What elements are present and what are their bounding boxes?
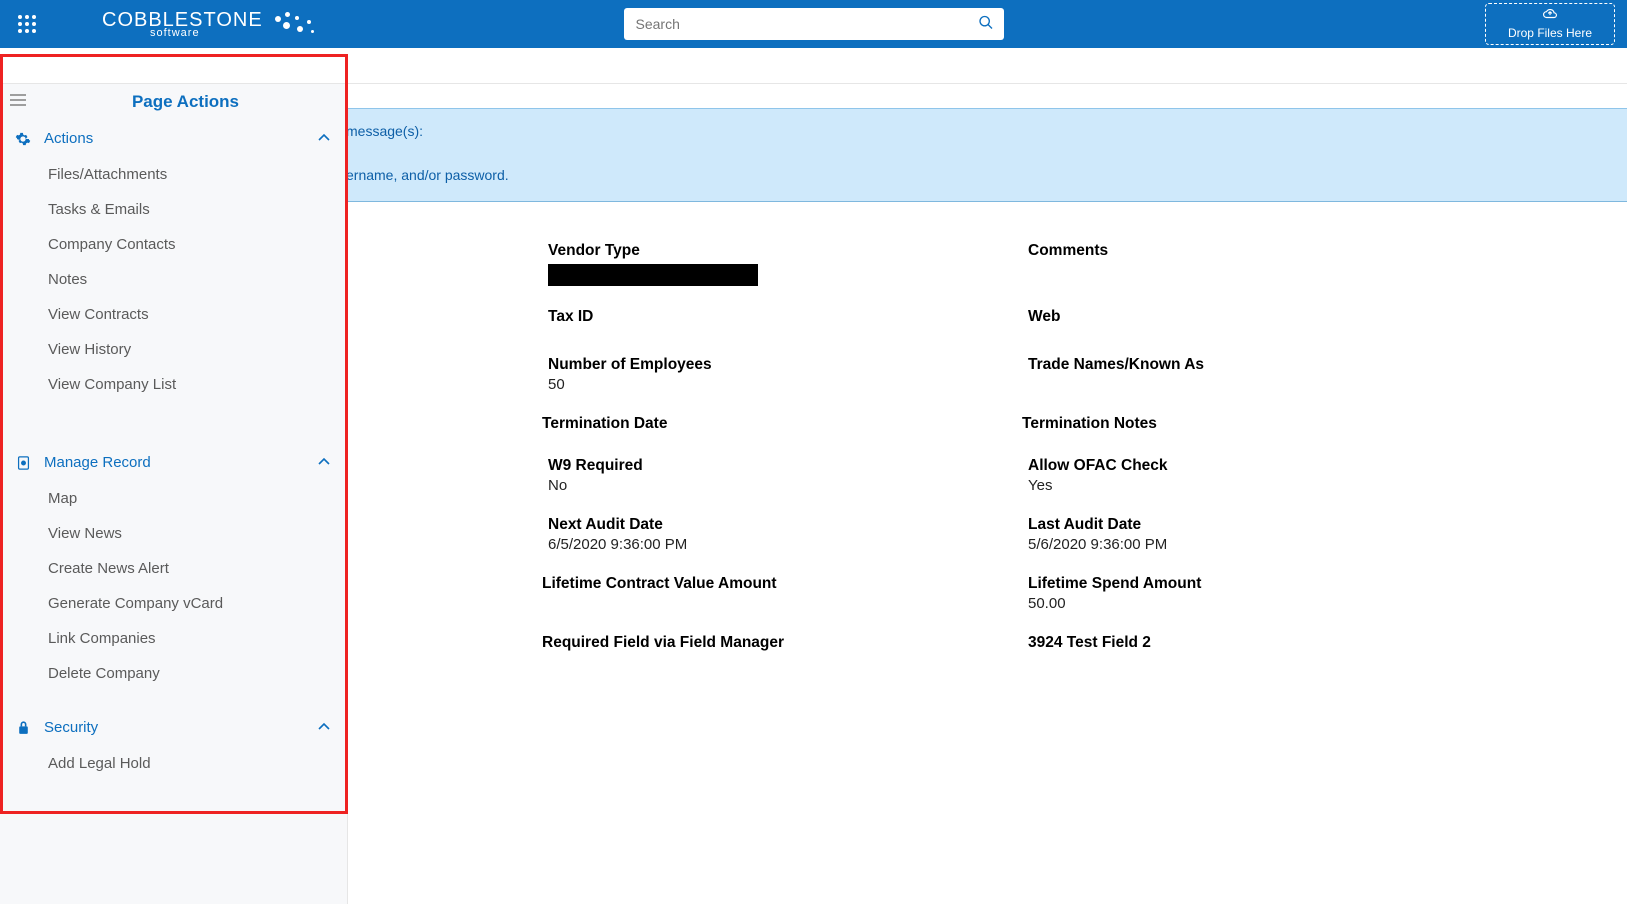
- brand-dots-graphic: [271, 10, 321, 38]
- sidebar-section-label: Manage Record: [44, 454, 317, 471]
- sidebar-item-linkcompanies[interactable]: Link Companies: [48, 621, 347, 656]
- field-label-lastaudit: Last Audit Date: [1028, 516, 1508, 534]
- field-label-ofac: Allow OFAC Check: [1028, 457, 1508, 475]
- field-label-w9: W9 Required: [548, 457, 1028, 475]
- fields-area: Vendor Type Comments Tax ID Web: [348, 242, 1627, 654]
- record-icon: [14, 455, 32, 471]
- search-input[interactable]: [624, 8, 1004, 40]
- file-dropzone[interactable]: Drop Files Here: [1485, 3, 1615, 45]
- sidebar-item-contacts[interactable]: Company Contacts: [48, 227, 347, 262]
- field-value-nextaudit: 6/5/2020 9:36:00 PM: [548, 536, 1028, 553]
- upload-cloud-icon: [1508, 8, 1592, 23]
- security-menu-list: Add Legal Hold: [0, 746, 347, 795]
- sidebar-item-map[interactable]: Map: [48, 481, 347, 516]
- field-label-requiredfield: Required Field via Field Manager: [542, 634, 1028, 652]
- actions-menu-list: Files/Attachments Tasks & Emails Company…: [0, 157, 347, 416]
- field-label-lifetimespend: Lifetime Spend Amount: [1028, 575, 1508, 593]
- sidebar-item-tasks[interactable]: Tasks & Emails: [48, 192, 347, 227]
- chevron-up-icon: [317, 454, 331, 471]
- chevron-up-icon: [317, 719, 331, 736]
- sidebar-item-history[interactable]: View History: [48, 332, 347, 367]
- field-label-termnotes: Termination Notes: [1022, 415, 1508, 433]
- secondary-bar: [0, 48, 1627, 84]
- gear-icon: [14, 131, 32, 147]
- sidebar-item-viewnews[interactable]: View News: [48, 516, 347, 551]
- redacted-vendortype: [548, 264, 758, 286]
- chevron-up-icon: [317, 130, 331, 147]
- field-value-employees: 50: [548, 376, 1028, 393]
- alert-line1: message(s):: [346, 123, 1627, 139]
- field-value-lifetimespend: 50.00: [1028, 595, 1508, 612]
- sidebar-item-vcard[interactable]: Generate Company vCard: [48, 586, 347, 621]
- sidebar-item-files[interactable]: Files/Attachments: [48, 157, 347, 192]
- field-label-lifetimecontract: Lifetime Contract Value Amount: [542, 575, 1028, 593]
- field-label-web: Web: [1028, 308, 1508, 326]
- field-label-employees: Number of Employees: [548, 356, 1028, 374]
- sidebar-item-contracts[interactable]: View Contracts: [48, 297, 347, 332]
- manage-menu-list: Map View News Create News Alert Generate…: [0, 481, 347, 705]
- sidebar-item-deletecompany[interactable]: Delete Company: [48, 656, 347, 691]
- sidebar-item-newsalert[interactable]: Create News Alert: [48, 551, 347, 586]
- hamburger-icon[interactable]: [10, 93, 26, 111]
- alert-line2: ername, and/or password.: [346, 167, 1627, 183]
- sidebar-item-legalhold[interactable]: Add Legal Hold: [48, 746, 347, 781]
- field-label-tradenames: Trade Names/Known As: [1028, 356, 1508, 374]
- sidebar-section-actions[interactable]: Actions: [0, 116, 347, 157]
- field-label-comments: Comments: [1028, 242, 1508, 260]
- field-label-termdate: Termination Date: [542, 415, 1028, 433]
- sidebar-section-label: Actions: [44, 130, 317, 147]
- field-value-lastaudit: 5/6/2020 9:36:00 PM: [1028, 536, 1508, 553]
- field-label-vendortype: Vendor Type: [548, 242, 1028, 260]
- sidebar-item-notes[interactable]: Notes: [48, 262, 347, 297]
- main-content: message(s): ername, and/or password. Ven…: [348, 84, 1627, 676]
- sidebar-section-manage[interactable]: Manage Record: [0, 440, 347, 481]
- sidebar-section-security[interactable]: Security: [0, 705, 347, 746]
- alert-banner: message(s): ername, and/or password.: [348, 108, 1627, 202]
- sidebar-title: Page Actions: [34, 92, 337, 112]
- brand-sub: software: [150, 28, 263, 39]
- field-label-taxid: Tax ID: [548, 308, 1028, 326]
- field-value-ofac: Yes: [1028, 477, 1508, 494]
- sidebar-item-companylist[interactable]: View Company List: [48, 367, 347, 402]
- field-value-w9: No: [548, 477, 1028, 494]
- lock-icon: [14, 720, 32, 735]
- field-label-testfield: 3924 Test Field 2: [1028, 634, 1508, 652]
- brand-logo[interactable]: COBBLESTONE software: [102, 10, 321, 39]
- dropzone-label: Drop Files Here: [1508, 26, 1592, 40]
- sidebar-section-label: Security: [44, 719, 317, 736]
- search-icon[interactable]: [978, 15, 994, 34]
- field-label-nextaudit: Next Audit Date: [548, 516, 1028, 534]
- apps-grid-icon[interactable]: [12, 9, 42, 39]
- page-actions-sidebar: Page Actions Actions Files/Attachments T…: [0, 84, 348, 904]
- search-container: [624, 8, 1004, 40]
- top-header: COBBLESTONE software Drop Files Here: [0, 0, 1627, 48]
